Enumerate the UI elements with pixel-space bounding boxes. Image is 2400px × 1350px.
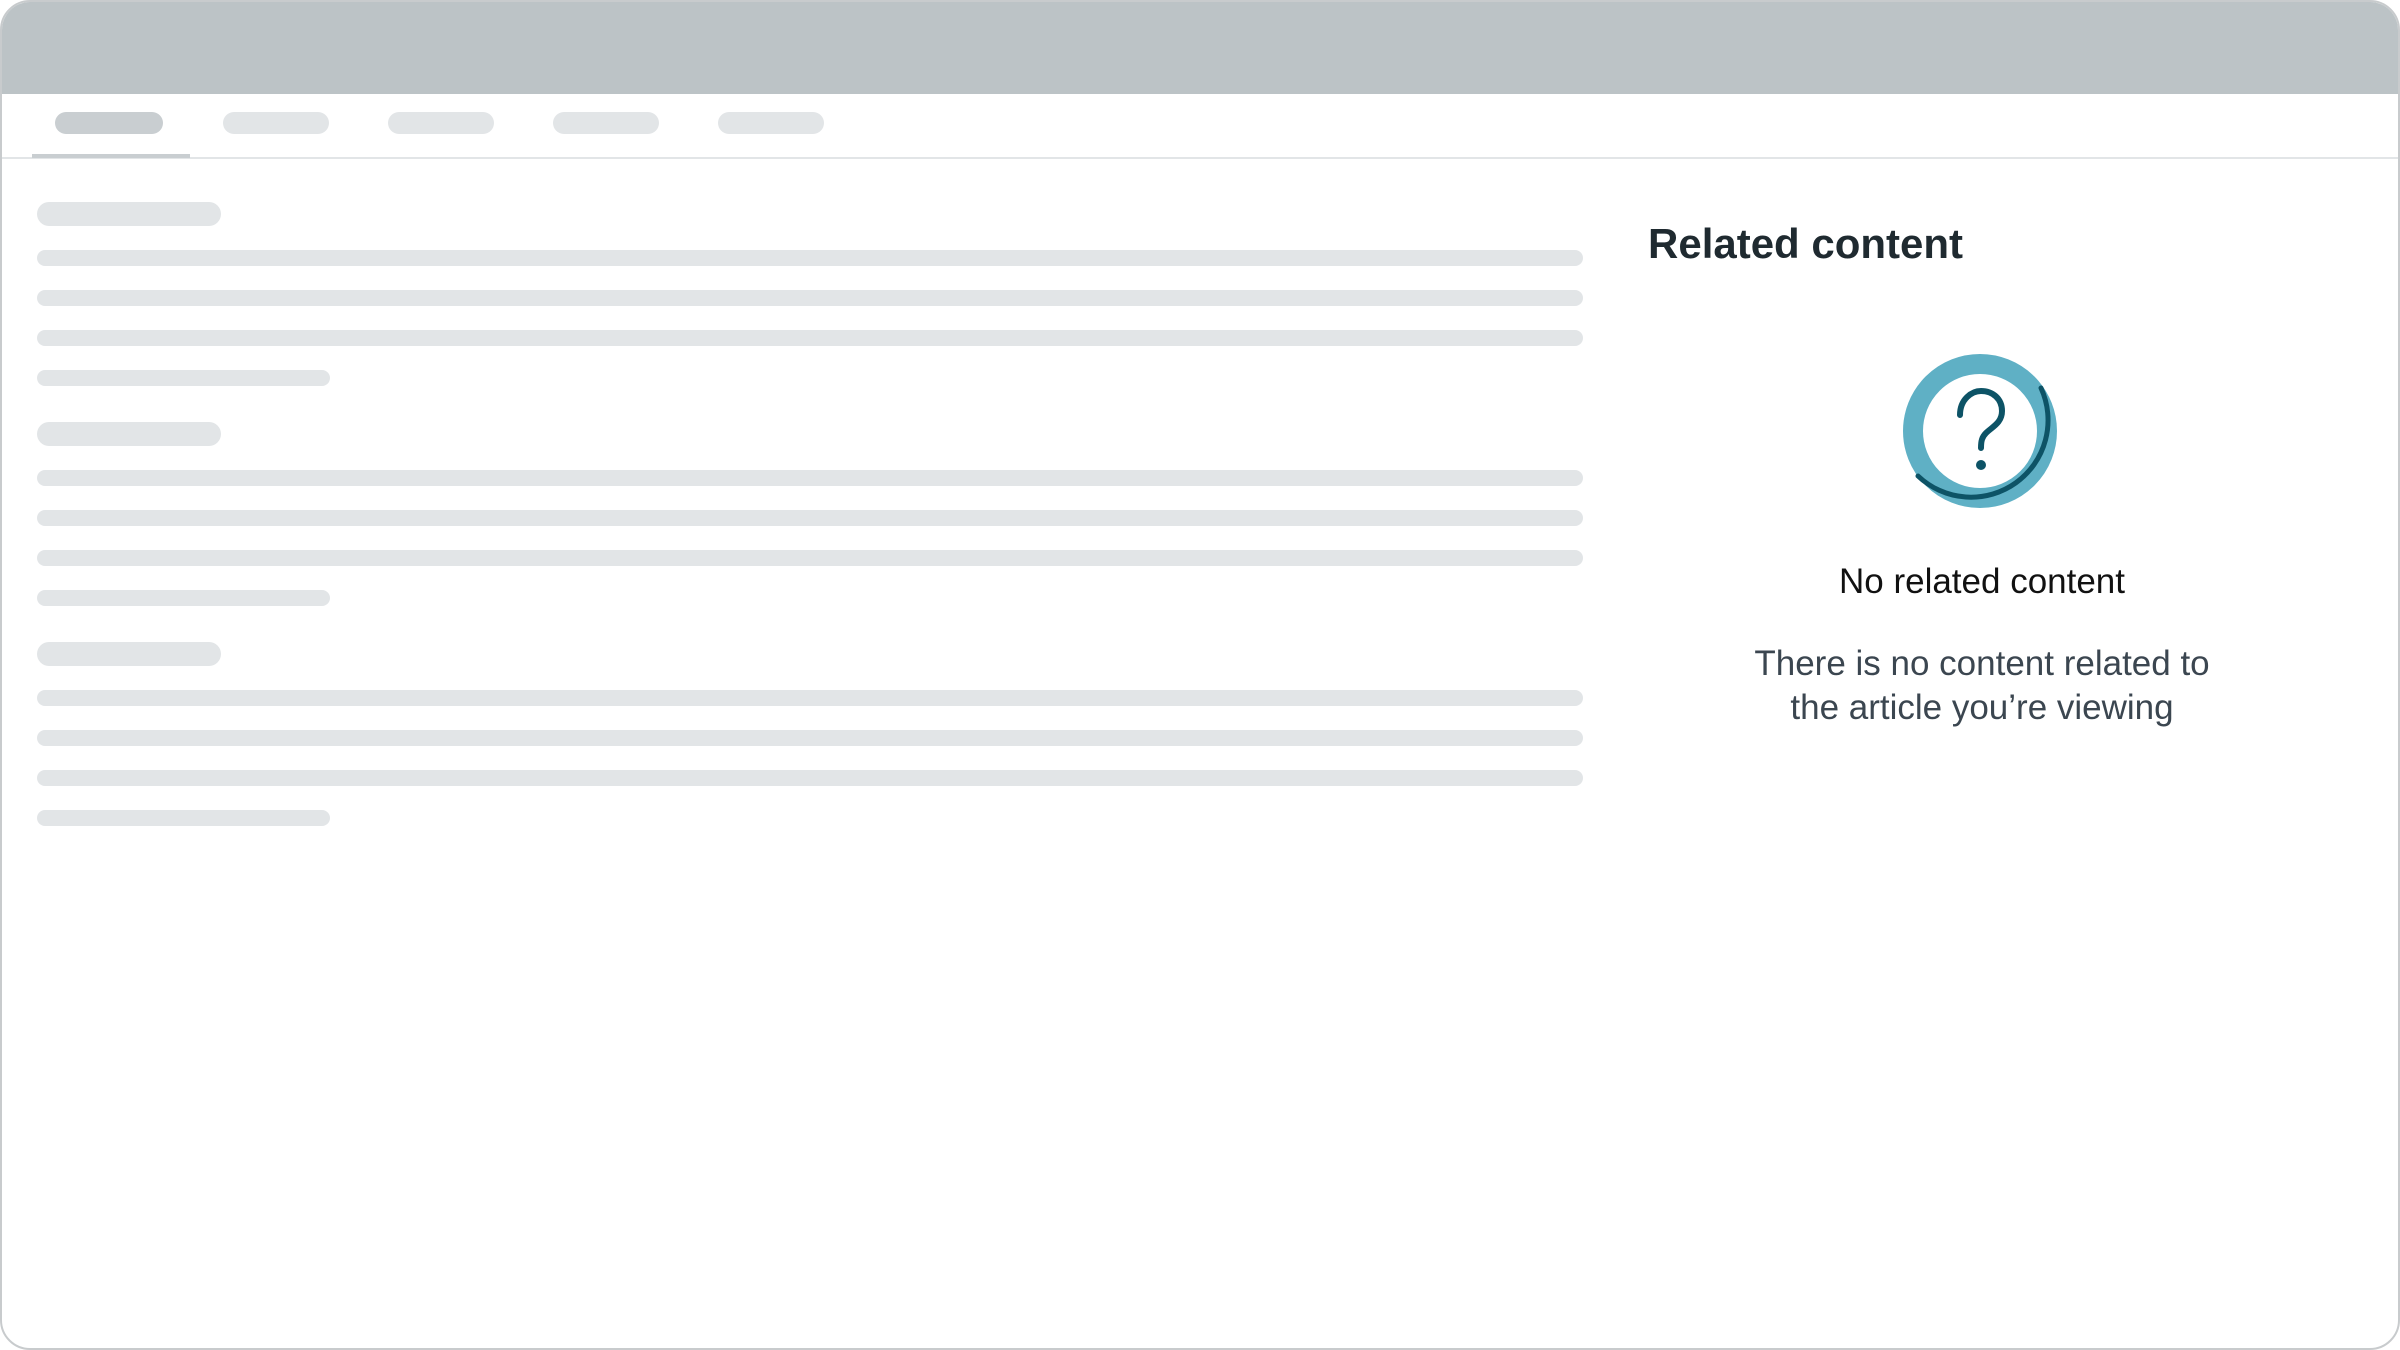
- skeleton-line: [37, 510, 1583, 526]
- skeleton-line: [37, 690, 1583, 706]
- tab-placeholder-5[interactable]: [718, 112, 824, 134]
- skeleton-line: [37, 730, 1583, 746]
- empty-state-heading: No related content: [1838, 562, 2125, 601]
- tab-placeholder-3[interactable]: [388, 112, 494, 134]
- question-circle-icon: [1903, 354, 2057, 508]
- empty-state-message-line: There is no content related to: [1754, 644, 2210, 683]
- skeleton-line: [37, 250, 1583, 266]
- tab-bar: [2, 94, 2398, 159]
- skeleton-heading: [37, 422, 221, 446]
- active-tab-indicator: [32, 154, 190, 158]
- skeleton-line: [37, 550, 1583, 566]
- skeleton-line: [37, 810, 330, 826]
- skeleton-line: [37, 590, 330, 606]
- skeleton-line: [37, 470, 1583, 486]
- skeleton-heading: [37, 202, 221, 226]
- skeleton-line: [37, 290, 1583, 306]
- empty-state-message: There is no content related to the artic…: [1602, 642, 2362, 730]
- tab-placeholder-2[interactable]: [223, 112, 329, 134]
- title-bar: [2, 2, 2398, 94]
- skeleton-line: [37, 370, 330, 386]
- skeleton-line: [37, 330, 1583, 346]
- empty-state-message-line: the article you’re viewing: [1790, 688, 2174, 727]
- tab-placeholder-1[interactable]: [55, 112, 163, 134]
- related-content-title: Related content: [1648, 220, 1964, 267]
- app-window: Related content No related content There…: [0, 0, 2400, 1350]
- skeleton-line: [37, 770, 1583, 786]
- tab-placeholder-4[interactable]: [553, 112, 659, 134]
- skeleton-heading: [37, 642, 221, 666]
